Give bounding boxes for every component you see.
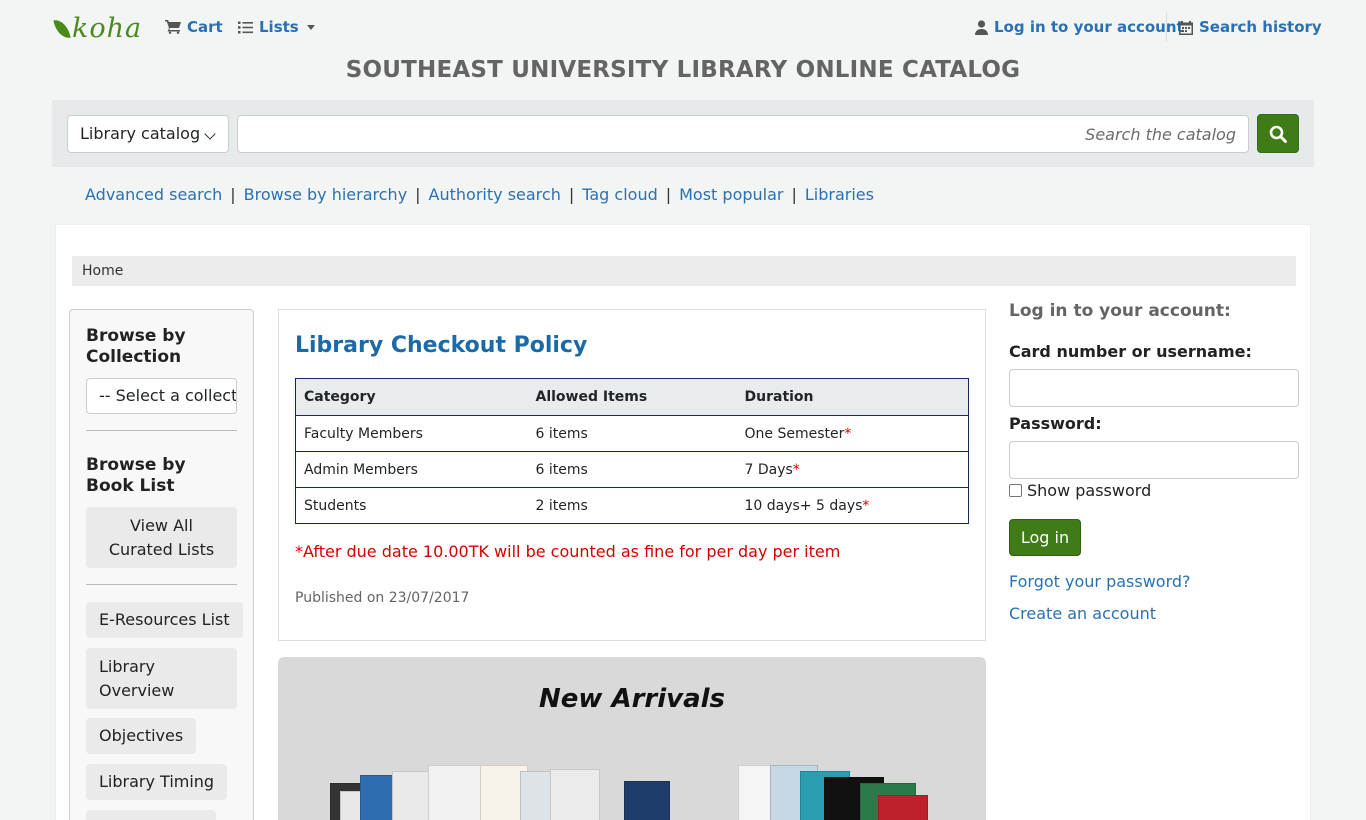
policy-title: Library Checkout Policy bbox=[295, 333, 588, 358]
search-history-label: Search history bbox=[1199, 18, 1322, 36]
logo-text: koha bbox=[72, 13, 143, 44]
koha-logo[interactable]: koha bbox=[53, 13, 143, 44]
quick-links: Advanced search | Browse by hierarchy | Au… bbox=[85, 185, 874, 204]
login-button[interactable]: Log in bbox=[1009, 519, 1081, 556]
user-icon bbox=[975, 19, 988, 35]
caret-down-icon bbox=[306, 24, 315, 30]
duration-text: 10 days+ 5 days bbox=[744, 497, 863, 514]
asterisk: * bbox=[792, 461, 800, 478]
calendar-icon bbox=[1179, 20, 1193, 35]
table-cell: 2 items bbox=[527, 487, 737, 524]
sidebar-item-objectives[interactable]: Objectives bbox=[86, 718, 197, 754]
view-all-lists-button[interactable]: View All Curated Lists bbox=[86, 507, 237, 568]
username-label: Card number or username: bbox=[1009, 342, 1252, 361]
login-heading: Log in to your account: bbox=[1009, 301, 1231, 321]
authority-search-link[interactable]: Authority search bbox=[429, 185, 561, 204]
table-cell: 10 days+ 5 days* bbox=[736, 487, 969, 524]
search-icon bbox=[1269, 125, 1287, 143]
book-cover[interactable] bbox=[550, 769, 600, 820]
leaf-icon bbox=[53, 17, 71, 41]
search-bar: Library catalog bbox=[52, 100, 1314, 167]
policy-table: Category Allowed Items Duration Faculty … bbox=[295, 378, 969, 524]
site-title: SOUTHEAST UNIVERSITY LIBRARY ONLINE CATA… bbox=[345, 57, 1021, 83]
book-cover[interactable] bbox=[878, 795, 928, 820]
browse-sidebar: Browse by Collection -- Select a collect… bbox=[69, 309, 254, 820]
search-button[interactable] bbox=[1257, 114, 1299, 153]
tag-cloud-link[interactable]: Tag cloud bbox=[582, 185, 658, 204]
username-field[interactable] bbox=[1009, 369, 1299, 407]
column-header: Allowed Items bbox=[527, 378, 737, 416]
search-scope-value: Library catalog bbox=[80, 124, 201, 143]
sidebar-divider bbox=[86, 584, 237, 585]
collection-select[interactable]: -- Select a collect bbox=[86, 378, 237, 414]
search-scope-select[interactable]: Library catalog bbox=[67, 115, 229, 153]
column-header: Duration bbox=[736, 378, 969, 416]
chevron-down-icon bbox=[204, 128, 216, 140]
sidebar-item-library-timing[interactable]: Library Timing bbox=[86, 764, 228, 800]
link-separator: | bbox=[665, 185, 672, 204]
table-header-row: Category Allowed Items Duration bbox=[295, 378, 969, 416]
book-cover[interactable] bbox=[624, 781, 670, 820]
table-cell: Students bbox=[295, 487, 528, 524]
checkout-policy-panel: Library Checkout Policy Category Allowed… bbox=[278, 309, 986, 641]
login-link[interactable]: Log in to your account bbox=[975, 17, 1184, 37]
sidebar-item-more[interactable] bbox=[86, 810, 216, 820]
password-label: Password: bbox=[1009, 414, 1102, 433]
lists-label: Lists bbox=[259, 18, 299, 36]
new-arrivals-panel: New Arrivals bbox=[278, 657, 986, 820]
new-arrivals-title: New Arrivals bbox=[538, 684, 726, 714]
cart-icon bbox=[165, 20, 181, 34]
show-password-checkbox[interactable] bbox=[1009, 484, 1022, 497]
table-cell: Admin Members bbox=[295, 451, 528, 488]
sidebar-item-library-overview[interactable]: Library Overview bbox=[86, 648, 237, 709]
duration-text: 7 Days bbox=[744, 461, 793, 478]
collection-heading: Browse by Collection bbox=[86, 326, 186, 367]
book-cover-carousel[interactable] bbox=[330, 751, 940, 820]
table-row: Faculty Members 6 items One Semester* bbox=[295, 415, 969, 452]
advanced-search-link[interactable]: Advanced search bbox=[85, 185, 222, 204]
link-separator: | bbox=[791, 185, 797, 204]
link-separator: | bbox=[230, 185, 236, 204]
login-link-label: Log in to your account bbox=[994, 18, 1184, 36]
table-cell: One Semester* bbox=[736, 415, 969, 452]
top-navbar: koha Cart Lists Log in to your account S… bbox=[0, 0, 1366, 56]
login-panel: Log in to your account: Card number or u… bbox=[1009, 301, 1299, 623]
show-password-label: Show password bbox=[1027, 481, 1152, 500]
search-input[interactable] bbox=[237, 115, 1249, 153]
link-separator: | bbox=[568, 185, 575, 204]
breadcrumb-home[interactable]: Home bbox=[82, 263, 123, 279]
lists-dropdown[interactable]: Lists bbox=[238, 17, 315, 37]
table-cell: Faculty Members bbox=[295, 415, 528, 452]
libraries-link[interactable]: Libraries bbox=[805, 185, 874, 204]
sidebar-divider bbox=[86, 430, 237, 431]
cart-button[interactable]: Cart bbox=[165, 17, 223, 37]
table-row: Admin Members 6 items 7 Days* bbox=[295, 451, 969, 488]
most-popular-link[interactable]: Most popular bbox=[679, 185, 783, 204]
list-icon bbox=[238, 21, 253, 33]
table-row: Students 2 items 10 days+ 5 days* bbox=[295, 487, 969, 524]
breadcrumb: Home bbox=[72, 256, 1296, 286]
fine-note: *After due date 10.00TK will be counted … bbox=[295, 542, 841, 561]
table-cell: 6 items bbox=[527, 451, 737, 488]
table-cell: 6 items bbox=[527, 415, 737, 452]
password-field[interactable] bbox=[1009, 441, 1299, 479]
booklist-heading: Browse by Book List bbox=[86, 455, 186, 496]
create-account-link[interactable]: Create an account bbox=[1009, 604, 1156, 623]
duration-text: One Semester bbox=[744, 425, 845, 442]
sidebar-item-eresources[interactable]: E-Resources List bbox=[86, 602, 243, 638]
link-separator: | bbox=[415, 185, 421, 204]
asterisk: * bbox=[862, 497, 870, 514]
header-divider bbox=[1166, 12, 1167, 42]
column-header: Category bbox=[295, 378, 528, 416]
cart-label: Cart bbox=[187, 18, 223, 36]
table-cell: 7 Days* bbox=[736, 451, 969, 488]
main-content: Home Browse by Collection -- Select a co… bbox=[55, 224, 1311, 820]
show-password-toggle[interactable]: Show password bbox=[1009, 481, 1151, 500]
search-history-link[interactable]: Search history bbox=[1179, 17, 1322, 37]
forgot-password-link[interactable]: Forgot your password? bbox=[1009, 572, 1191, 591]
published-date: Published on 23/07/2017 bbox=[295, 590, 470, 606]
browse-hierarchy-link[interactable]: Browse by hierarchy bbox=[244, 185, 408, 204]
asterisk: * bbox=[844, 425, 852, 442]
